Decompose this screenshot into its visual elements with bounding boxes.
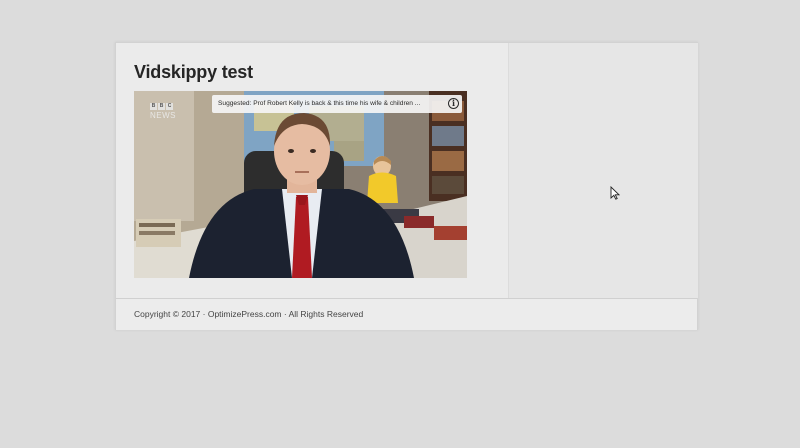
- post-title: Vidskippy test: [134, 62, 253, 82]
- copyright-text: Copyright © 2017 · OptimizePress.com · A…: [134, 309, 364, 319]
- suggested-video-bar[interactable]: Suggested: Prof Robert Kelly is back & t…: [212, 95, 462, 113]
- suggested-video-text[interactable]: Suggested: Prof Robert Kelly is back & t…: [218, 100, 420, 107]
- bbc-news-label: NEWS: [150, 111, 176, 120]
- video-player[interactable]: B B C NEWS Suggested: Prof Robert Kelly …: [134, 91, 467, 278]
- sidebar: [508, 43, 698, 298]
- bbc-letter: C: [166, 103, 173, 110]
- main-content: Vidskippy test B B C NEWS Suggested: Pro…: [116, 43, 508, 298]
- mouse-pointer-icon: [610, 186, 620, 200]
- footer: Copyright © 2017 · OptimizePress.com · A…: [116, 298, 697, 330]
- bbc-letter: B: [150, 103, 157, 110]
- bbc-news-logo: B B C NEWS: [150, 103, 176, 123]
- info-icon[interactable]: i: [448, 98, 459, 109]
- bbc-letter: B: [158, 103, 165, 110]
- video-frame: [134, 91, 467, 278]
